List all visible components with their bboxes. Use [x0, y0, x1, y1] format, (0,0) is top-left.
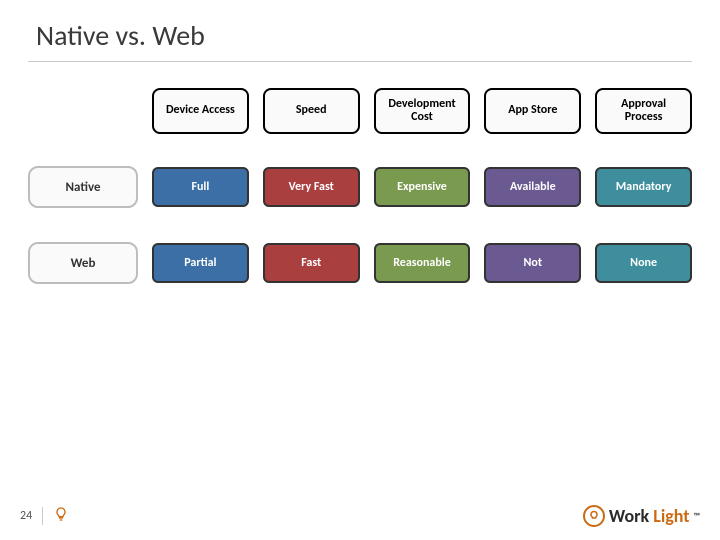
table-cell: Very Fast [263, 167, 360, 207]
col-header: Speed [263, 88, 360, 134]
col-header: Development Cost [374, 88, 471, 134]
slide: Native vs. Web Device Access Speed Devel… [0, 0, 720, 540]
page-title: Native vs. Web [28, 18, 692, 62]
table-cell: Fast [263, 243, 360, 283]
table-cell: Reasonable [374, 243, 471, 283]
col-header: App Store [484, 88, 581, 134]
brand-text-light: Light [653, 505, 689, 527]
brand-bulb-icon [583, 505, 605, 527]
col-header: Approval Process [595, 88, 692, 134]
table-cell: Full [152, 167, 249, 207]
table-cell: Mandatory [595, 167, 692, 207]
row-label-native: Native [28, 166, 138, 208]
table-cell: Partial [152, 243, 249, 283]
row-label-web: Web [28, 242, 138, 284]
page-number: 24 [20, 509, 32, 523]
table-cell: Expensive [374, 167, 471, 207]
col-header: Device Access [152, 88, 249, 134]
trademark: ™ [694, 511, 700, 522]
brand-logo: Work Light ™ [583, 505, 700, 527]
brand-text-work: Work [609, 505, 649, 527]
divider [42, 507, 43, 525]
lightbulb-icon [53, 506, 69, 527]
table-cell: Available [484, 167, 581, 207]
comparison-table: Device Access Speed Development Cost App… [28, 90, 692, 284]
footer-left: 24 [20, 506, 69, 527]
footer: 24 Work Light ™ [0, 502, 720, 530]
table-cell: None [595, 243, 692, 283]
table-cell: Not [484, 243, 581, 283]
